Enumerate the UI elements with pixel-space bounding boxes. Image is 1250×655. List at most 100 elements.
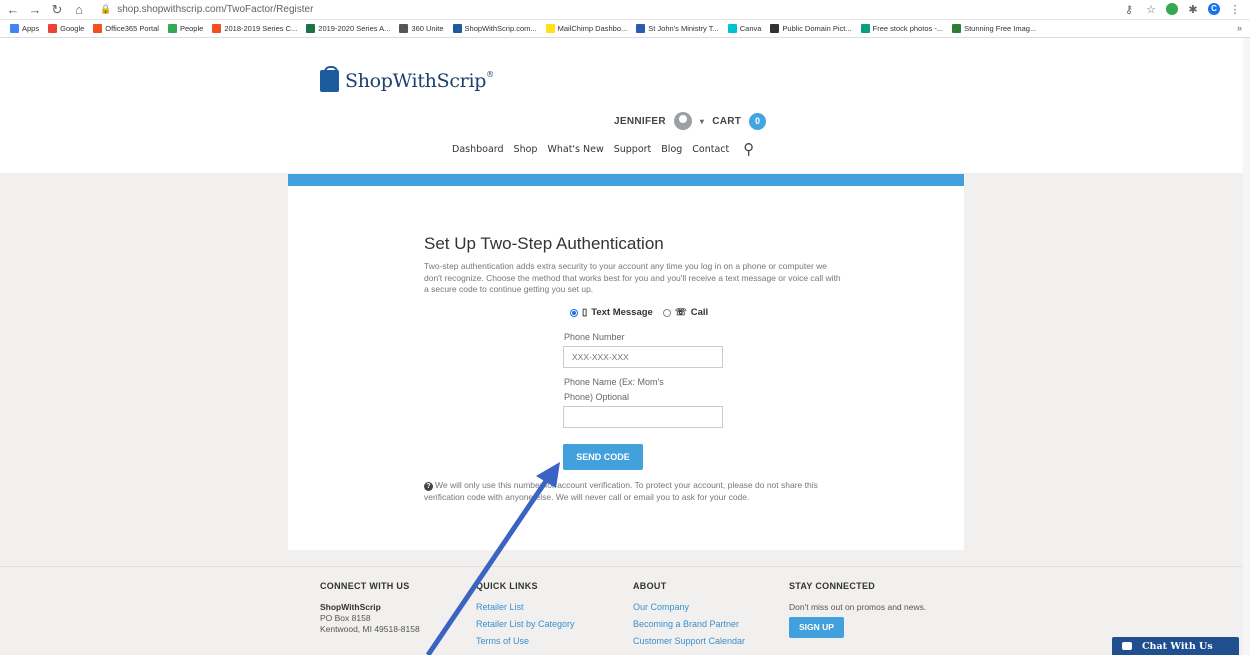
bookmark-label: 360 Unite bbox=[411, 24, 444, 33]
bookmark-favicon-icon bbox=[770, 24, 780, 33]
footer-connect: CONNECT WITH US ShopWithScrip PO Box 815… bbox=[320, 581, 420, 635]
bookmark-item[interactable]: 360 Unite bbox=[399, 24, 444, 33]
phone-icon: ▯ bbox=[582, 307, 588, 318]
bookmark-label: MailChimp Dashbo... bbox=[557, 24, 628, 33]
bookmark-item[interactable]: MailChimp Dashbo... bbox=[545, 24, 628, 33]
search-icon[interactable]: ⚲ bbox=[743, 140, 754, 158]
text-message-radio[interactable]: ▯ Text Message bbox=[570, 307, 653, 318]
footer-link-retailer-category[interactable]: Retailer List by Category bbox=[476, 619, 575, 630]
user-name[interactable]: JENNIFER bbox=[614, 116, 666, 127]
cart-count-badge[interactable]: 0 bbox=[749, 112, 767, 130]
puzzle-icon[interactable]: ✱ bbox=[1186, 2, 1200, 16]
menu-icon[interactable]: ⋮ bbox=[1228, 2, 1242, 16]
bookmark-label: People bbox=[179, 24, 204, 33]
chevron-down-icon[interactable]: ▾ bbox=[700, 117, 704, 126]
bookmark-item[interactable]: Canva bbox=[727, 24, 762, 33]
radio-unselected-icon[interactable] bbox=[662, 308, 671, 317]
footer-link-brand-partner[interactable]: Becoming a Brand Partner bbox=[633, 619, 745, 630]
bookmarks-bar: Apps Google Office365 Portal People 2018-201… bbox=[0, 20, 1250, 38]
browser-toolbar: ← → ↻ ⌂ 🔒 shop.shopwithscrip.com/TwoFact… bbox=[0, 0, 1250, 20]
bookmark-favicon-icon bbox=[727, 24, 737, 33]
bookmark-favicon-icon bbox=[636, 24, 646, 33]
bookmark-item[interactable]: Free stock photos -... bbox=[860, 24, 944, 33]
cart-label[interactable]: CART bbox=[712, 116, 741, 127]
nav-shop[interactable]: Shop bbox=[514, 144, 538, 155]
bookmark-favicon-icon bbox=[212, 24, 222, 33]
verification-note: ? We will only use this number for accoun… bbox=[424, 480, 824, 503]
star-icon[interactable]: ☆ bbox=[1144, 2, 1158, 16]
bookmark-label: Canva bbox=[739, 24, 762, 33]
radio-selected-icon[interactable] bbox=[570, 308, 578, 317]
bookmark-label: Free stock photos -... bbox=[872, 24, 944, 33]
logo-text: ShopWithScrip bbox=[345, 70, 487, 92]
nav-whats-new[interactable]: What's New bbox=[547, 144, 603, 155]
bookmark-item[interactable]: 2019-2020 Series A... bbox=[306, 24, 390, 33]
forward-icon[interactable]: → bbox=[26, 1, 44, 19]
bookmark-item[interactable]: Stunning Free Imag... bbox=[952, 24, 1036, 33]
footer-about: ABOUT Our Company Becoming a Brand Partn… bbox=[633, 581, 745, 653]
footer-quick-heading: QUICK LINKS bbox=[476, 581, 538, 591]
bookmark-item[interactable]: People bbox=[167, 24, 204, 33]
bookmark-item[interactable]: St John's Ministry T... bbox=[636, 24, 719, 33]
bookmark-item[interactable]: 2018-2019 Series C... bbox=[212, 24, 297, 33]
bookmark-favicon-icon bbox=[306, 24, 316, 33]
bookmark-favicon-icon bbox=[93, 24, 103, 33]
footer-link-terms[interactable]: Terms of Use bbox=[476, 636, 575, 647]
footer-stay-connected: STAY CONNECTED Don't miss out on promos … bbox=[789, 581, 929, 638]
chat-label: Chat With Us bbox=[1142, 640, 1213, 652]
nav-blog[interactable]: Blog bbox=[661, 144, 682, 155]
phone-number-input[interactable] bbox=[563, 346, 723, 368]
bookmarks-overflow-icon[interactable]: » bbox=[1237, 23, 1242, 33]
call-label: Call bbox=[690, 307, 709, 318]
user-row: JENNIFER ▾ CART 0 bbox=[614, 112, 767, 130]
chat-bubble-icon bbox=[1122, 642, 1132, 650]
footer-about-heading: ABOUT bbox=[633, 581, 667, 591]
bookmark-label: St John's Ministry T... bbox=[648, 24, 719, 33]
nav-support[interactable]: Support bbox=[614, 144, 652, 155]
bookmark-favicon-icon bbox=[952, 24, 962, 33]
footer-quick-links: QUICK LINKS Retailer List Retailer List … bbox=[476, 581, 575, 653]
footer-company: ShopWithScrip bbox=[320, 602, 381, 612]
address-bar[interactable]: 🔒 shop.shopwithscrip.com/TwoFactor/Regis… bbox=[100, 4, 313, 15]
footer-link-company[interactable]: Our Company bbox=[633, 602, 745, 613]
send-code-button[interactable]: SEND CODE bbox=[563, 444, 643, 470]
bookmark-label: Stunning Free Imag... bbox=[964, 24, 1037, 33]
bookmark-label: Public Domain Pict... bbox=[782, 24, 852, 33]
bookmark-item[interactable]: Public Domain Pict... bbox=[770, 24, 852, 33]
call-radio[interactable]: ☏ Call bbox=[662, 307, 709, 318]
footer-link-support-calendar[interactable]: Customer Support Calendar bbox=[633, 636, 745, 647]
home-icon[interactable]: ⌂ bbox=[70, 1, 88, 19]
user-avatar-icon[interactable] bbox=[673, 112, 692, 130]
phone-name-input[interactable] bbox=[563, 406, 723, 428]
bookmark-label: 2018-2019 Series C... bbox=[224, 24, 298, 33]
bookmark-favicon-icon bbox=[48, 24, 58, 33]
shopping-bag-icon bbox=[320, 66, 339, 92]
footer-address-line1: PO Box 8158 bbox=[320, 613, 371, 623]
extension-icon[interactable] bbox=[1166, 3, 1178, 15]
reload-icon[interactable]: ↻ bbox=[48, 1, 66, 19]
bookmark-item[interactable]: Apps bbox=[10, 24, 39, 33]
text-message-label: Text Message bbox=[591, 307, 653, 318]
bookmark-item[interactable]: ShopWithScrip.com... bbox=[452, 24, 537, 33]
note-text: We will only use this number for account… bbox=[424, 480, 818, 502]
back-icon[interactable]: ← bbox=[4, 1, 22, 19]
bookmark-favicon-icon bbox=[860, 24, 870, 33]
chat-with-us-button[interactable]: Chat With Us bbox=[1112, 637, 1239, 655]
phone-name-label-line2: Phone) Optional bbox=[564, 392, 630, 402]
footer-stay-text: Don't miss out on promos and news. bbox=[789, 602, 927, 612]
bookmark-item[interactable]: Google bbox=[48, 24, 84, 33]
logo[interactable]: ShopWithScrip® bbox=[320, 66, 494, 92]
bookmark-item[interactable]: Office365 Portal bbox=[93, 24, 159, 33]
phone-number-label: Phone Number bbox=[564, 332, 625, 342]
key-icon[interactable]: ⚷ bbox=[1122, 2, 1136, 16]
site-header: ShopWithScrip® JENNIFER ▾ CART 0 Dashboa… bbox=[0, 38, 1250, 173]
page-scrollbar[interactable] bbox=[1243, 38, 1250, 655]
sign-up-button[interactable]: SIGN UP bbox=[789, 617, 844, 638]
nav-dashboard[interactable]: Dashboard bbox=[452, 144, 504, 155]
profile-avatar[interactable]: C bbox=[1208, 3, 1220, 15]
footer-stay-heading: STAY CONNECTED bbox=[789, 581, 876, 591]
registered-mark: ® bbox=[486, 70, 494, 79]
bookmark-favicon-icon bbox=[545, 24, 555, 33]
nav-contact[interactable]: Contact bbox=[692, 144, 729, 155]
footer-link-retailer-list[interactable]: Retailer List bbox=[476, 602, 575, 613]
